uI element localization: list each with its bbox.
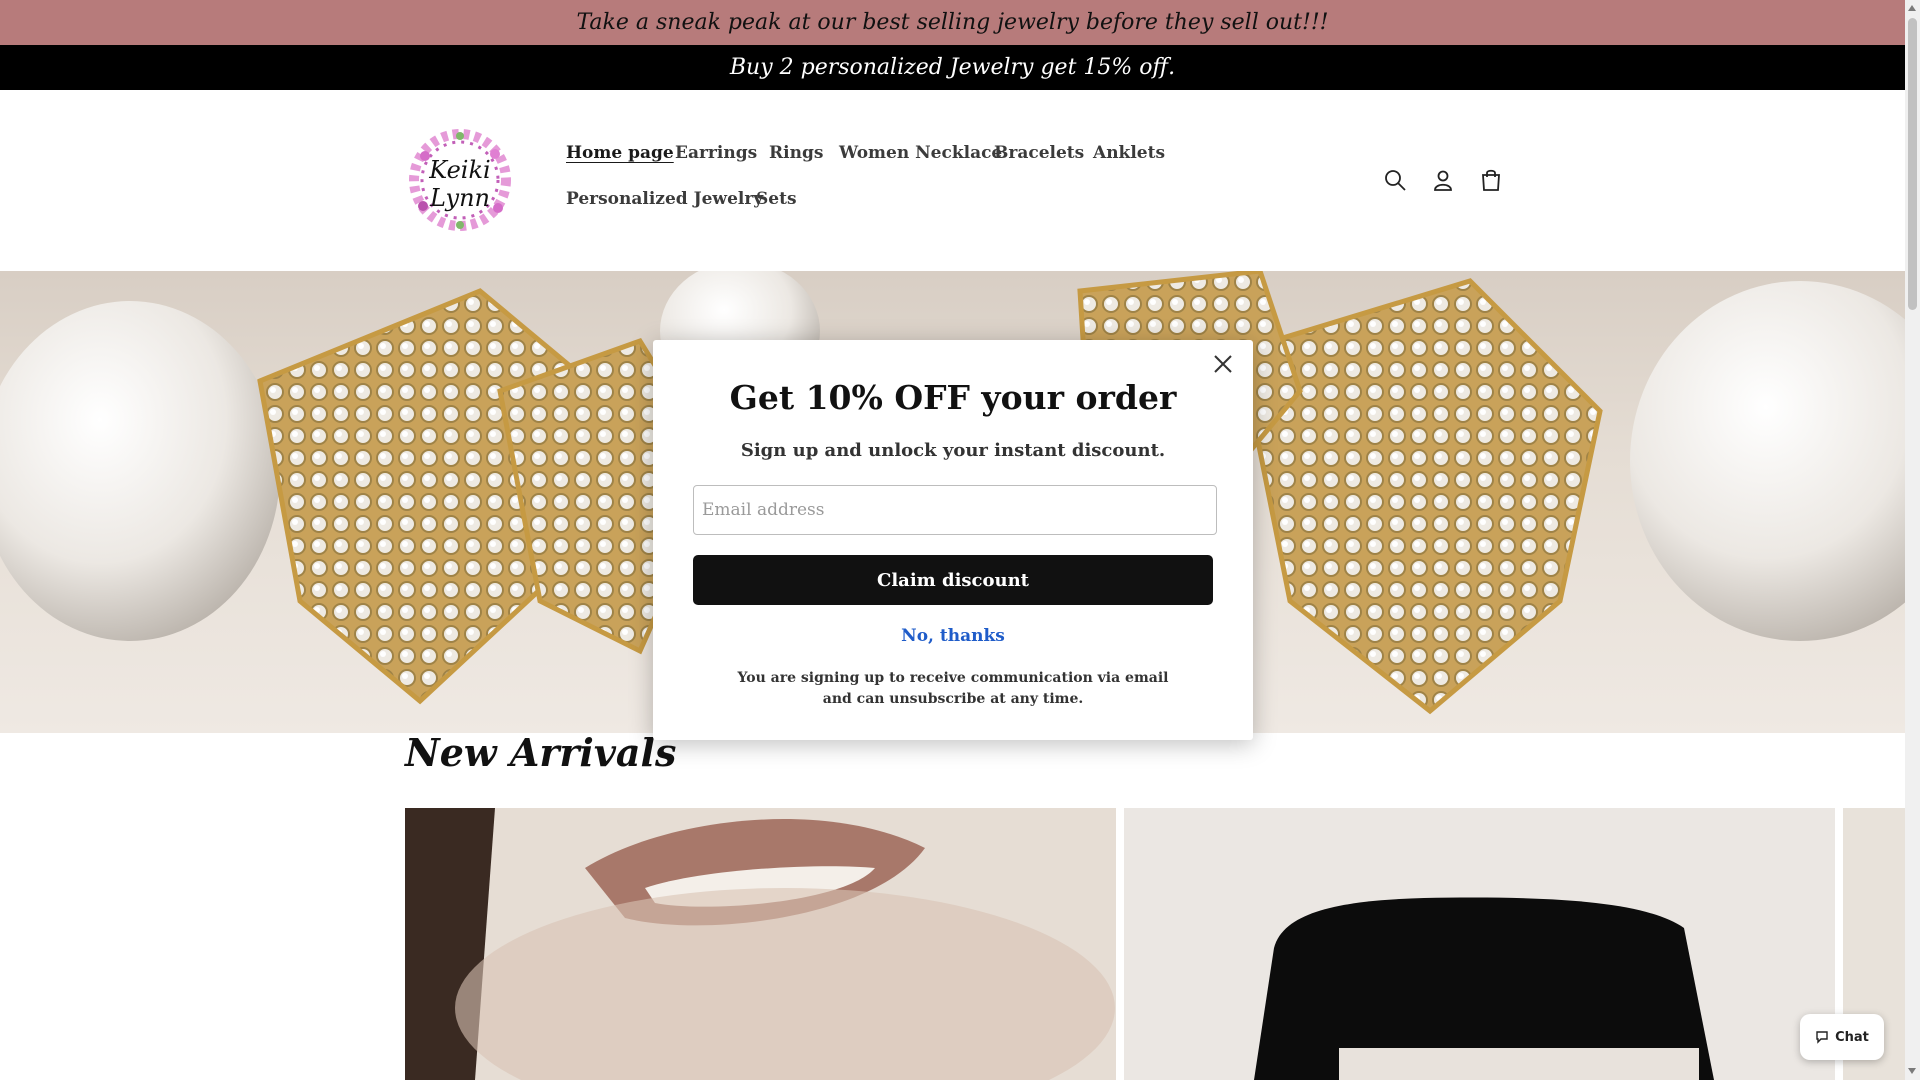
popup-subtitle: Sign up and unlock your instant discount… [740, 440, 1166, 461]
discount-popup: Get 10% OFF your order Sign up and unloc… [653, 340, 1253, 740]
popup-overlay: Get 10% OFF your order Sign up and unloc… [0, 0, 1905, 1080]
chat-label: Chat [1835, 1029, 1869, 1045]
close-icon[interactable] [1209, 350, 1237, 378]
scroll-up-arrow-icon[interactable] [1908, 5, 1916, 11]
popup-disclaimer: You are signing up to receive communicat… [737, 670, 1169, 707]
chat-button[interactable]: Chat [1800, 1014, 1884, 1060]
claim-discount-button[interactable]: Claim discount [693, 555, 1213, 605]
page-scrollbar[interactable] [1905, 0, 1920, 1080]
no-thanks-link[interactable]: No, thanks [653, 626, 1253, 646]
scroll-down-arrow-icon[interactable] [1908, 1068, 1916, 1074]
popup-title: Get 10% OFF your order [729, 378, 1177, 417]
email-field[interactable] [693, 485, 1217, 535]
scrollbar-thumb[interactable] [1908, 18, 1917, 310]
chat-bubble-icon [1816, 1031, 1828, 1044]
